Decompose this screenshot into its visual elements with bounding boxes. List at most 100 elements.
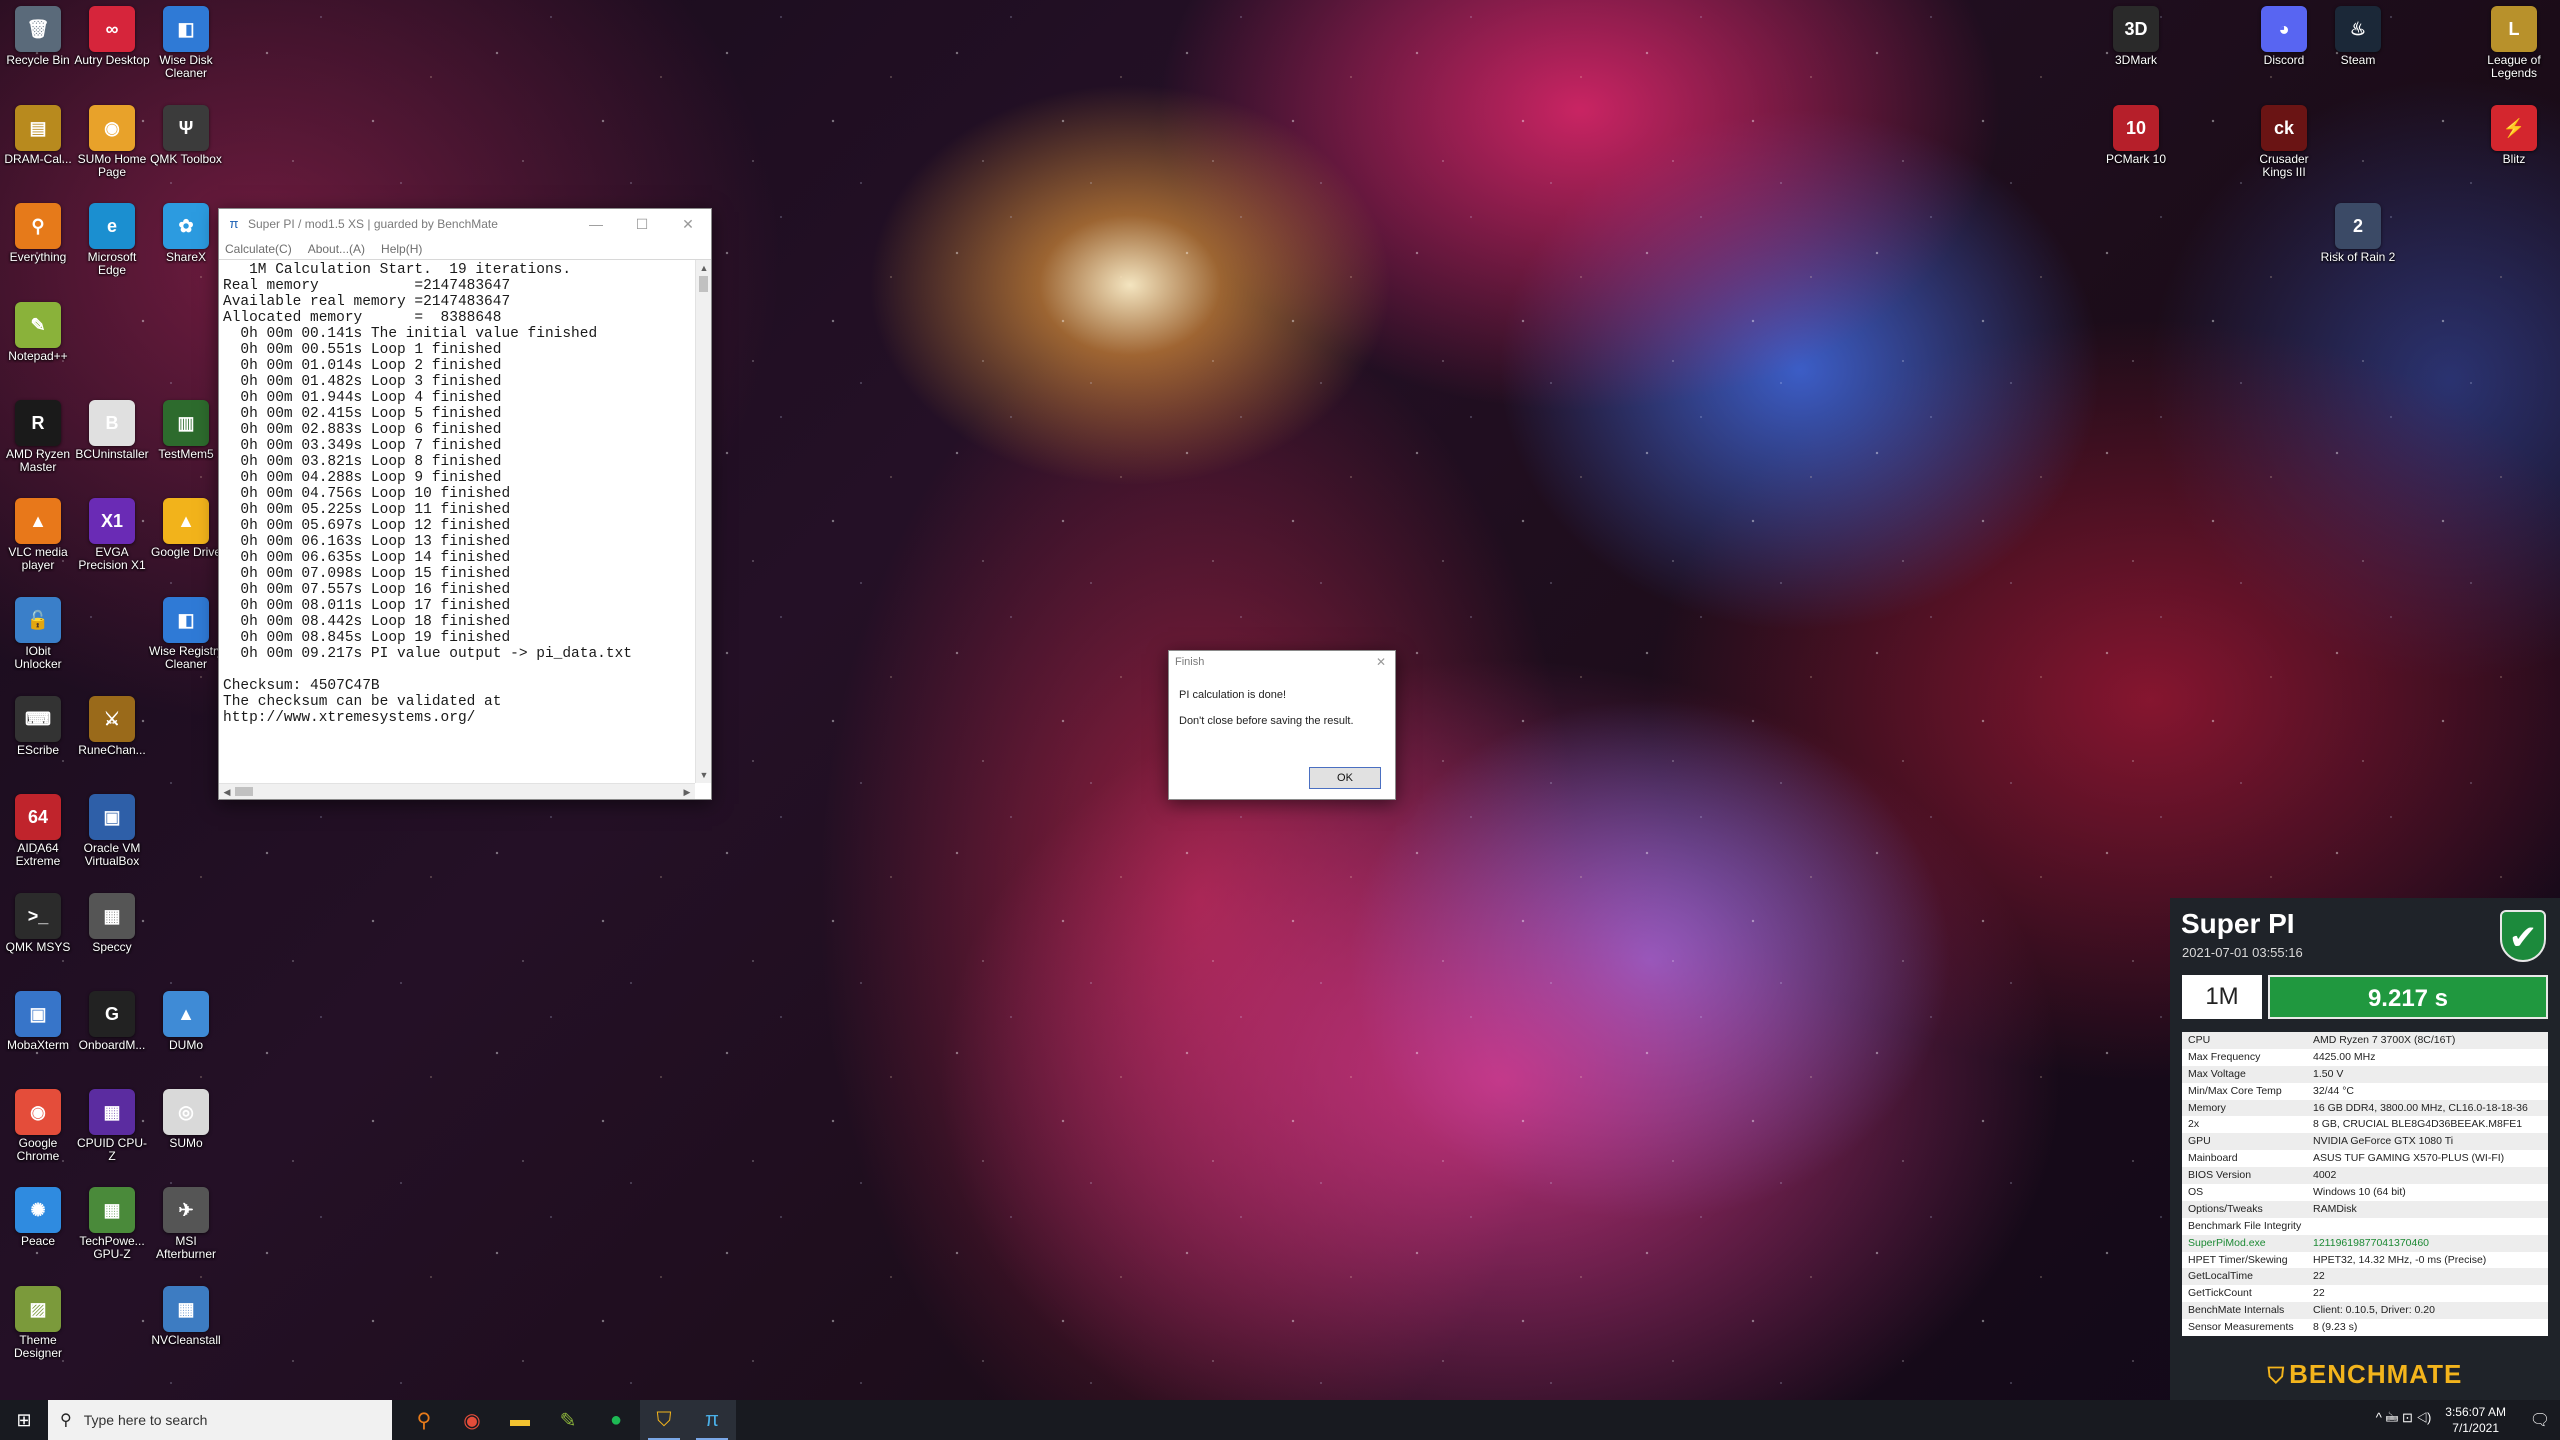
- superpi-console: 1M Calculation Start. 19 iterations. Real…: [219, 259, 711, 799]
- maximize-button[interactable]: ☐: [619, 209, 665, 239]
- desktop-icon-qmk-msys[interactable]: >_ QMK MSYS: [0, 893, 76, 954]
- menu-calculate[interactable]: Calculate(C): [225, 242, 292, 256]
- console-line: 0h 00m 06.163s Loop 13 finished: [223, 534, 511, 550]
- desktop-icon-iobit-unlocker[interactable]: 🔓 IObit Unlocker: [0, 597, 76, 671]
- desktop-icon-testmem5[interactable]: ▥ TestMem5: [148, 400, 224, 461]
- desktop-icon-google-drive[interactable]: ▲ Google Drive: [148, 498, 224, 559]
- desktop-icon-oracle-vm-virtualbox[interactable]: ▣ Oracle VM VirtualBox: [74, 794, 150, 868]
- vlc-media-player-icon: ▲: [15, 498, 61, 544]
- desktop-icon-qmk-toolbox[interactable]: Ψ QMK Toolbox: [148, 105, 224, 166]
- horizontal-scrollbar[interactable]: ◀ ▶: [219, 783, 695, 799]
- desktop-icon-steam[interactable]: ♨ Steam: [2320, 6, 2396, 67]
- info-value: 32/44 °C: [2313, 1084, 2354, 1097]
- taskbar-notepad-plus-plus[interactable]: ✎: [544, 1400, 592, 1440]
- desktop-icon-amd-ryzen-master[interactable]: R AMD Ryzen Master: [0, 400, 76, 474]
- taskbar-super-pi[interactable]: π: [688, 1400, 736, 1440]
- desktop-icon-label: Oracle VM VirtualBox: [83, 842, 141, 868]
- finish-titlebar[interactable]: Finish ✕: [1169, 651, 1395, 673]
- taskbar-clock[interactable]: 3:56:07 AM 7/1/2021: [2445, 1404, 2506, 1436]
- desktop-icon-label: VLC media player: [8, 546, 68, 572]
- desktop-icon-pcmark-10[interactable]: 10 PCMark 10: [2098, 105, 2174, 166]
- oracle-vm-virtualbox-icon: ▣: [89, 794, 135, 840]
- desktop-icon-sumo-home-page[interactable]: ◉ SUMo Home Page: [74, 105, 150, 179]
- desktop-icon-cpuid-cpu-z[interactable]: ▦ CPUID CPU-Z: [74, 1089, 150, 1163]
- desktop-icon-wise-disk-cleaner[interactable]: ◧ Wise Disk Cleaner: [148, 6, 224, 80]
- desktop-icon-speccy[interactable]: ▦ Speccy: [74, 893, 150, 954]
- desktop-icon-autry-desktop[interactable]: ∞ Autry Desktop: [74, 6, 150, 67]
- taskbar-benchmate[interactable]: ⛉: [640, 1400, 688, 1440]
- finish-dialog[interactable]: Finish ✕ PI calculation is done! Don't c…: [1168, 650, 1396, 800]
- scroll-left-arrow-icon[interactable]: ◀: [219, 784, 235, 800]
- vertical-scroll-thumb[interactable]: [699, 276, 708, 292]
- desktop-icon-notepad[interactable]: ✎ Notepad++: [0, 302, 76, 363]
- desktop-icon-evga-precision-x1[interactable]: X1 EVGA Precision X1: [74, 498, 150, 572]
- taskbar-file-explorer[interactable]: ▬: [496, 1400, 544, 1440]
- desktop-icon-sharex[interactable]: ✿ ShareX: [148, 203, 224, 264]
- desktop-icon-crusader-kings-iii[interactable]: ck Crusader Kings III: [2246, 105, 2322, 179]
- minimize-button[interactable]: —: [573, 209, 619, 239]
- console-line: 0h 00m 03.349s Loop 7 finished: [223, 438, 502, 454]
- taskbar-spotify[interactable]: ●: [592, 1400, 640, 1440]
- mobaxterm-icon: ▣: [15, 991, 61, 1037]
- superpi-titlebar[interactable]: π Super PI / mod1.5 XS | guarded by Benc…: [219, 209, 711, 239]
- scroll-down-arrow-icon[interactable]: ▼: [696, 767, 712, 783]
- desktop-icon-3dmark[interactable]: 3D 3DMark: [2098, 6, 2174, 67]
- desktop-icon-risk-of-rain-2[interactable]: 2 Risk of Rain 2: [2320, 203, 2396, 264]
- taskbar-apps: ⚲ ◉ ▬ ✎ ● ⛉ π: [400, 1400, 736, 1440]
- menu-about[interactable]: About...(A): [308, 242, 365, 256]
- desktop-icon-blitz[interactable]: ⚡ Blitz: [2476, 105, 2552, 166]
- desktop-icon-label: Speccy: [92, 941, 132, 954]
- desktop-icon-league-of-legends[interactable]: L League of Legends: [2476, 6, 2552, 80]
- desktop-icon-onboardm[interactable]: G OnboardM...: [74, 991, 150, 1052]
- benchmate-shield-icon: ⛉: [2267, 1363, 2286, 1388]
- notification-icon[interactable]: 🗨: [2520, 1410, 2560, 1430]
- console-line: Available real memory =2147483647: [223, 294, 511, 310]
- autry-desktop-icon: ∞: [89, 6, 135, 52]
- scroll-right-arrow-icon[interactable]: ▶: [679, 784, 695, 800]
- start-button[interactable]: ⊞: [0, 1400, 48, 1440]
- desktop-icon-label: DRAM-Cal...: [4, 153, 72, 166]
- console-line: 0h 00m 04.756s Loop 10 finished: [223, 486, 511, 502]
- blitz-icon: ⚡: [2491, 105, 2537, 151]
- desktop-icon-escribe[interactable]: ⌨ EScribe: [0, 696, 76, 757]
- desktop-icon-dumo[interactable]: ▲ DUMo: [148, 991, 224, 1052]
- ok-button[interactable]: OK: [1309, 767, 1381, 789]
- menu-help[interactable]: Help(H): [381, 242, 422, 256]
- desktop-icon-recycle-bin[interactable]: 🗑 Recycle Bin: [0, 6, 76, 67]
- desktop-icon-sumo[interactable]: ◎ SUMo: [148, 1089, 224, 1150]
- peace-icon: ✺: [15, 1187, 61, 1233]
- desktop-icon-peace[interactable]: ✺ Peace: [0, 1187, 76, 1248]
- desktop-icon-nvcleanstall[interactable]: ▦ NVCleanstall: [148, 1286, 224, 1347]
- dialog-close-button[interactable]: ✕: [1367, 651, 1395, 673]
- desktop-icon-microsoft-edge[interactable]: e Microsoft Edge: [74, 203, 150, 277]
- desktop-icon-msi-afterburner[interactable]: ✈ MSI Afterburner: [148, 1187, 224, 1261]
- tray-icons[interactable]: ^ 🖮 ⊡ ◁): [2376, 1409, 2432, 1431]
- taskbar-everything[interactable]: ⚲: [400, 1400, 448, 1440]
- scroll-up-arrow-icon[interactable]: ▲: [696, 260, 712, 276]
- desktop-icon-vlc-media-player[interactable]: ▲ VLC media player: [0, 498, 76, 572]
- desktop-icon-label: NVCleanstall: [151, 1334, 221, 1347]
- desktop-icon-label: IObit Unlocker: [14, 645, 62, 671]
- desktop-icon-google-chrome[interactable]: ◉ Google Chrome: [0, 1089, 76, 1163]
- taskbar-search[interactable]: ⚲ Type here to search: [48, 1400, 392, 1440]
- desktop-icon-theme-designer[interactable]: ▨ Theme Designer: [0, 1286, 76, 1360]
- superpi-window[interactable]: π Super PI / mod1.5 XS | guarded by Benc…: [218, 208, 712, 800]
- console-line: The checksum can be validated at: [223, 694, 502, 710]
- desktop-icon-techpowe-gpu-z[interactable]: ▦ TechPowe... GPU-Z: [74, 1187, 150, 1261]
- desktop-icon-runechan[interactable]: ⚔ RuneChan...: [74, 696, 150, 757]
- desktop-icon-bcuninstaller[interactable]: B BCUninstaller: [74, 400, 150, 461]
- taskbar-chrome[interactable]: ◉: [448, 1400, 496, 1440]
- info-row-sensor-measurements: Sensor Measurements 8 (9.23 s): [2182, 1319, 2548, 1336]
- info-row-max-voltage: Max Voltage 1.50 V: [2182, 1065, 2548, 1083]
- horizontal-scroll-thumb[interactable]: [235, 787, 253, 796]
- desktop-icon-wise-registry-cleaner[interactable]: ◧ Wise Registry Cleaner: [148, 597, 224, 671]
- desktop-icon-mobaxterm[interactable]: ▣ MobaXterm: [0, 991, 76, 1052]
- desktop-icon-everything[interactable]: ⚲ Everything: [0, 203, 76, 264]
- desktop-icon-aida64-extreme[interactable]: 64 AIDA64 Extreme: [0, 794, 76, 868]
- vertical-scrollbar[interactable]: ▲ ▼: [695, 260, 711, 783]
- close-button[interactable]: ✕: [665, 209, 711, 239]
- desktop-icon-dram-cal[interactable]: ▤ DRAM-Cal...: [0, 105, 76, 166]
- info-key: BenchMate Internals: [2188, 1304, 2285, 1317]
- desktop-icon-discord[interactable]: ◕ Discord: [2246, 6, 2322, 67]
